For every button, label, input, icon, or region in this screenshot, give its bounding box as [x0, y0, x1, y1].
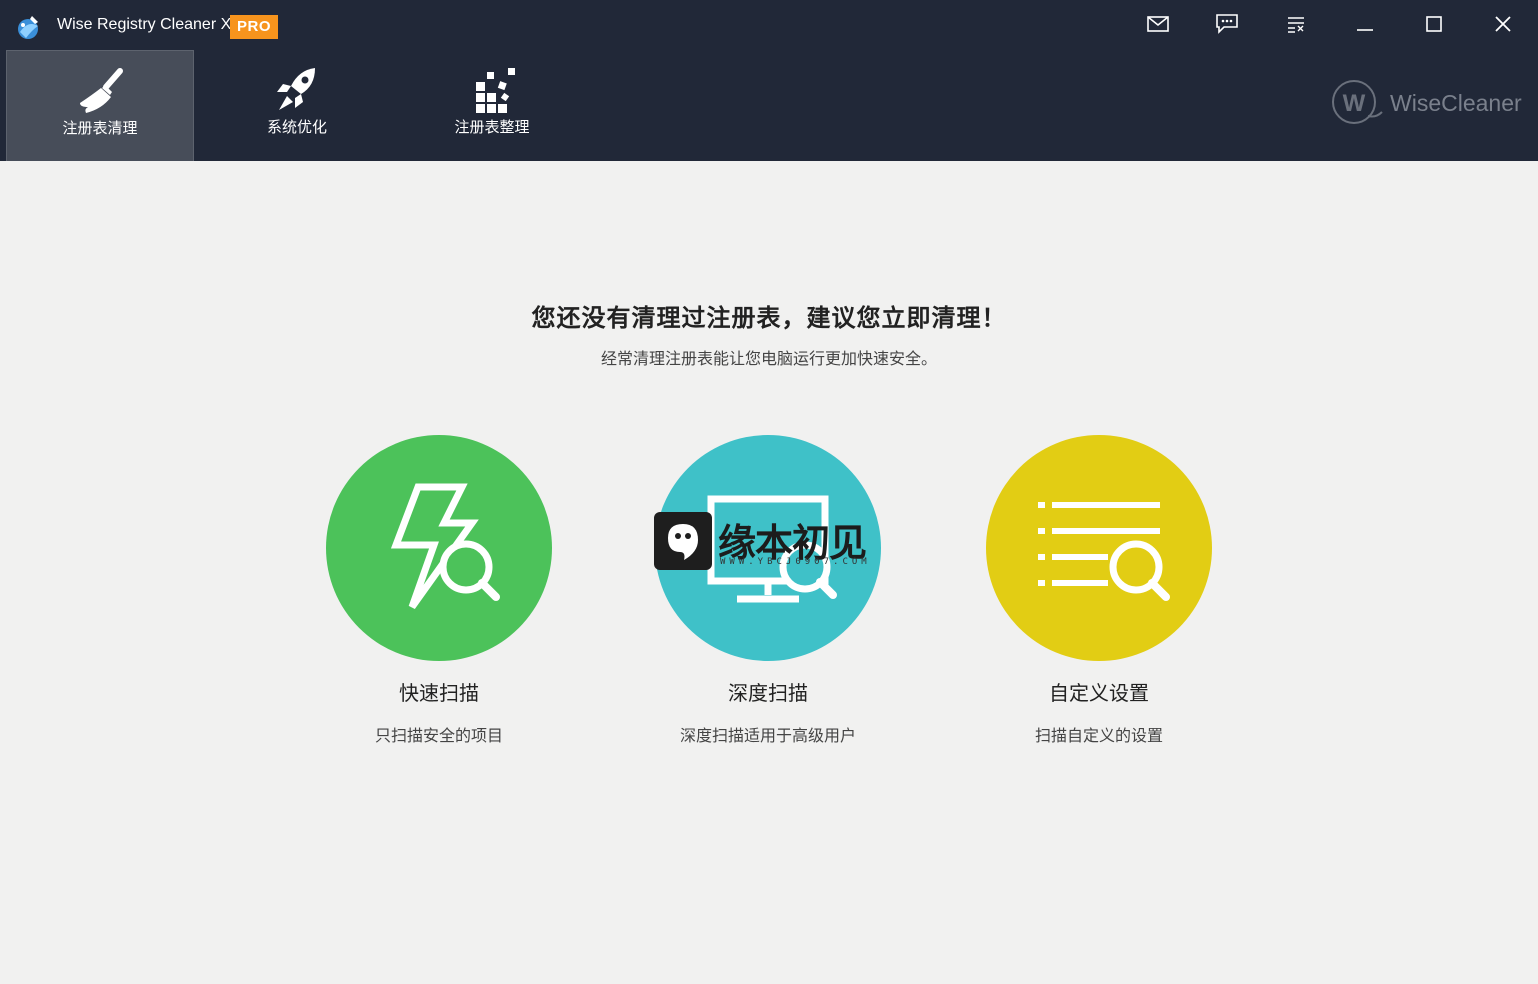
custom-settings-button[interactable]	[986, 435, 1212, 661]
close-button[interactable]	[1483, 8, 1523, 40]
maximize-icon	[1426, 16, 1442, 32]
tab-registry-defrag[interactable]: 注册表整理	[398, 50, 586, 161]
app-title: Wise Registry Cleaner X	[57, 16, 232, 33]
rocket-icon	[267, 64, 327, 114]
svg-text:W: W	[1343, 90, 1366, 117]
list-search-icon	[1038, 502, 1170, 601]
custom-scan-card[interactable]: 自定义设置 扫描自定义的设置	[949, 435, 1249, 755]
page-subline: 经常清理注册表能让您电脑运行更加快速安全。	[600, 349, 937, 368]
mail-button[interactable]	[1138, 8, 1178, 40]
quick-scan-card[interactable]: 快速扫描 只扫描安全的项目	[289, 435, 589, 755]
wisecleaner-brand[interactable]: W WiseCleaner	[1330, 80, 1530, 126]
bolt-search-icon	[390, 483, 500, 610]
close-icon	[1495, 16, 1511, 32]
tab-label: 注册表整理	[454, 118, 530, 136]
tab-system-optimize[interactable]: 系统优化	[203, 50, 391, 161]
watermark-logo-icon	[654, 512, 712, 570]
brand-name: WiseCleaner	[1390, 90, 1522, 116]
tab-registry-cleaner[interactable]: 注册表清理	[6, 50, 194, 161]
broom-icon	[70, 65, 130, 115]
watermark-url: WWW.YBCJ0907.COM	[720, 557, 871, 567]
minimize-icon	[1357, 29, 1373, 31]
defrag-blocks-icon	[462, 64, 522, 114]
scan-desc: 扫描自定义的设置	[1034, 726, 1163, 745]
menu-button[interactable]	[1276, 8, 1316, 40]
wisecleaner-logo-icon: W	[1332, 80, 1383, 124]
mail-icon	[1147, 16, 1169, 32]
title-bar: Wise Registry Cleaner X PRO	[0, 0, 1538, 50]
quick-scan-button[interactable]	[326, 435, 552, 661]
page-headline: 您还没有清理过注册表，建议您立即清理！	[531, 303, 1007, 332]
tab-label: 系统优化	[266, 118, 327, 136]
watermark: 缘本初见 WWW.YBCJ0907.COM	[654, 512, 886, 572]
chat-icon	[1216, 14, 1238, 34]
feedback-button[interactable]	[1207, 8, 1247, 40]
menu-list-icon	[1288, 17, 1304, 33]
scan-desc: 只扫描安全的项目	[374, 726, 503, 745]
scan-title: 深度扫描	[728, 681, 808, 705]
minimize-button[interactable]	[1345, 8, 1385, 40]
maximize-button[interactable]	[1414, 8, 1454, 40]
app-logo-icon	[14, 12, 44, 42]
deep-scan-card[interactable]: 深度扫描 深度扫描适用于高级用户	[618, 435, 918, 755]
scan-title: 快速扫描	[399, 681, 479, 705]
pro-badge: PRO	[230, 15, 278, 39]
top-bar: Wise Registry Cleaner X PRO 注册表清理 系统优化 注…	[0, 0, 1538, 161]
tab-label: 注册表清理	[62, 119, 138, 137]
scan-desc: 深度扫描适用于高级用户	[679, 726, 856, 745]
scan-title: 自定义设置	[1049, 681, 1149, 705]
